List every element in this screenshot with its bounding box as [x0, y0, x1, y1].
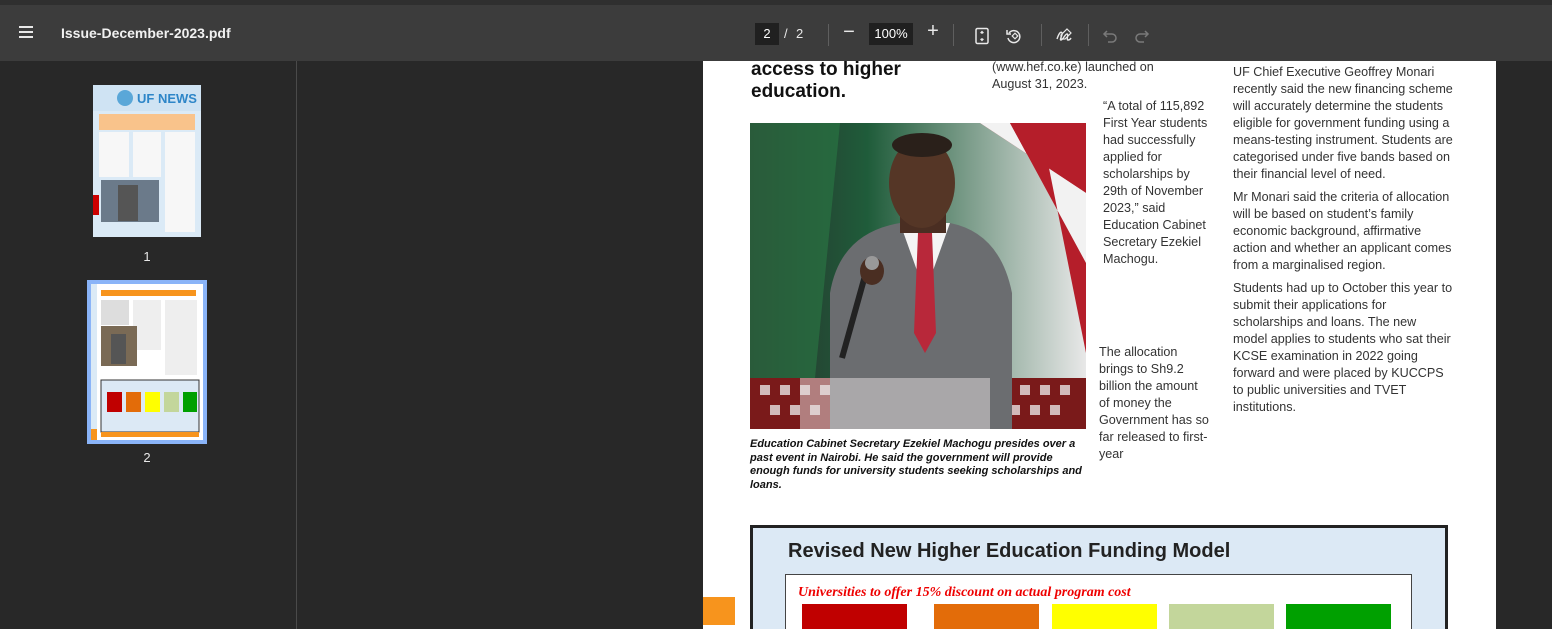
- zoom-in-button[interactable]: +: [924, 20, 942, 43]
- article-headline: access to higher education.: [751, 61, 901, 102]
- undo-icon[interactable]: [1101, 27, 1119, 45]
- page-total: 2: [796, 26, 804, 41]
- menu-icon[interactable]: [19, 23, 39, 43]
- funding-band-2: [934, 604, 1039, 629]
- funding-bands-panel: Universities to offer 15% discount on ac…: [785, 574, 1412, 629]
- thumbnail-label-2: 2: [143, 450, 151, 465]
- article-quote: “A total of 115,892 First Year students …: [1103, 99, 1208, 266]
- page-number-input[interactable]: 2: [755, 23, 779, 45]
- article-paragraph: Students had up to October this year to …: [1233, 281, 1453, 414]
- page-thumbnail-1[interactable]: UF NEWS: [93, 85, 201, 237]
- funding-subtitle: Universities to offer 15% discount on ac…: [798, 585, 1131, 600]
- rotate-icon[interactable]: [1005, 27, 1023, 45]
- toolbar-divider: [828, 24, 829, 46]
- zoom-out-button[interactable]: −: [840, 21, 858, 44]
- thumbnail-sidebar: UF NEWS 1 2: [0, 61, 297, 629]
- article-column-2-top: (www.hef.co.ke) launched on August 31, 2…: [992, 61, 1154, 91]
- fit-page-icon[interactable]: [973, 27, 991, 45]
- document-title: Issue-December-2023.pdf: [61, 25, 231, 41]
- funding-band-5: [1286, 604, 1391, 629]
- funding-model-box: Revised New Higher Education Funding Mod…: [750, 525, 1448, 629]
- pdf-page: access to higher education. (www.hef.co.…: [703, 61, 1496, 629]
- article-allocation: The allocation brings to Sh9.2 billion t…: [1099, 345, 1209, 461]
- toolbar-divider: [1041, 24, 1042, 46]
- photo-caption: Education Cabinet Secretary Ezekiel Mach…: [750, 438, 1082, 491]
- page-thumbnail-2[interactable]: [87, 280, 207, 444]
- page-separator: /: [784, 26, 788, 41]
- toolbar-divider: [953, 24, 954, 46]
- funding-band-1: [802, 604, 907, 629]
- article-column-3: UF Chief Executive Geoffrey Monari recen…: [1233, 64, 1453, 422]
- funding-band-3: [1052, 604, 1157, 629]
- redo-icon[interactable]: [1133, 27, 1151, 45]
- article-paragraph: UF Chief Executive Geoffrey Monari recen…: [1233, 65, 1453, 181]
- pdf-toolbar: Issue-December-2023.pdf 2 / 2 − 100% +: [0, 0, 1552, 61]
- thumbnail-masthead: UF NEWS: [137, 91, 197, 106]
- draw-annotation-icon[interactable]: [1055, 27, 1073, 45]
- toolbar-divider: [1088, 24, 1089, 46]
- zoom-level-input[interactable]: 100%: [869, 23, 913, 45]
- funding-band-4: [1169, 604, 1274, 629]
- article-photo: [750, 123, 1086, 429]
- funding-model-title: Revised New Higher Education Funding Mod…: [788, 540, 1231, 562]
- page-edge-tab: [703, 597, 735, 625]
- thumbnail-label-1: 1: [143, 249, 151, 264]
- article-paragraph: Mr Monari said the criteria of allocatio…: [1233, 190, 1452, 272]
- pdf-viewer[interactable]: access to higher education. (www.hef.co.…: [298, 61, 1552, 629]
